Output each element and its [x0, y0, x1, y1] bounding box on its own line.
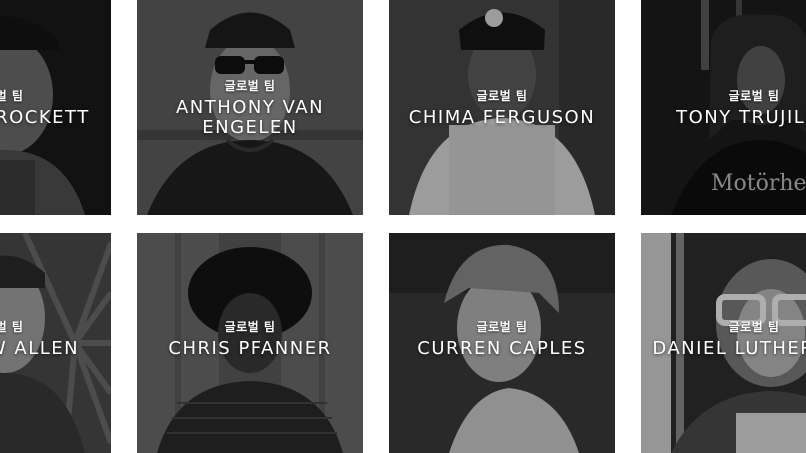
- rider-card-tony-trujillo[interactable]: Motörhead 글로벌 팀 TONY TRUJILLO: [641, 0, 806, 215]
- rider-card-curren-caples[interactable]: 글로벌 팀 CURREN CAPLES: [389, 233, 615, 453]
- card-overlay: [137, 0, 363, 215]
- rider-card-chima-ferguson[interactable]: 글로벌 팀 CHIMA FERGUSON: [389, 0, 615, 215]
- rider-card-anthony-van-engelen[interactable]: 글로벌 팀 ANTHONY VAN ENGELEN: [137, 0, 363, 215]
- card-overlay: [0, 233, 111, 453]
- card-overlay: [389, 233, 615, 453]
- team-grid: 글로벌 팀 DYLAN CROCKETT 글로벌 팀 ANTHONY VAN E…: [0, 0, 806, 453]
- card-overlay: [389, 0, 615, 215]
- card-overlay: [137, 233, 363, 453]
- rider-card-dylan-crockett[interactable]: 글로벌 팀 DYLAN CROCKETT: [0, 0, 111, 215]
- card-overlay: [0, 0, 111, 215]
- rider-card-andrew-allen[interactable]: 글로벌 팀 ANDREW ALLEN: [0, 233, 111, 453]
- rider-card-chris-pfanner[interactable]: 글로벌 팀 CHRIS PFANNER: [137, 233, 363, 453]
- card-overlay: [641, 233, 806, 453]
- rider-card-daniel-luthereau[interactable]: 글로벌 팀 DANIEL LUTHEREAU: [641, 233, 806, 453]
- card-overlay: [641, 0, 806, 215]
